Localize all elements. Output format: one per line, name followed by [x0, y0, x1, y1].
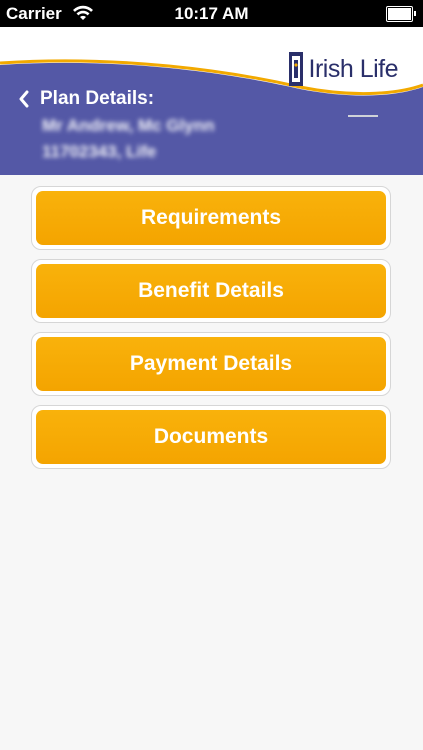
irish-life-logo: Irish Life — [288, 49, 399, 89]
back-button[interactable]: Plan Details: — [18, 87, 154, 111]
payment-details-button-label: Payment Details — [129, 352, 293, 375]
header: Irish Life Plan Details: Mr Andrew, Mc G… — [0, 27, 423, 175]
benefit-details-button-label: Benefit Details — [138, 279, 284, 302]
logo-underline — [348, 115, 378, 117]
battery-icon — [386, 6, 416, 22]
policy-number: 11702343, Life — [42, 142, 157, 161]
requirements-button-label: Requirements — [140, 206, 282, 229]
documents-button-label: Documents — [153, 425, 269, 448]
plan-menu: Requirements Benefit Details Payment Det… — [31, 186, 391, 478]
chevron-left-icon — [19, 90, 29, 108]
logo-text: Irish Life — [308, 54, 399, 83]
status-time: 10:17 AM — [174, 4, 249, 23]
documents-button[interactable]: Documents — [31, 405, 391, 469]
requirements-button[interactable]: Requirements — [31, 186, 391, 250]
logo-emblem-icon — [288, 52, 303, 86]
benefit-details-button[interactable]: Benefit Details — [31, 259, 391, 323]
customer-name: Mr Andrew, Mc Glynn — [42, 116, 215, 135]
status-bar: Carrier 10:17 AM — [0, 0, 423, 27]
page-title: Plan Details: — [40, 88, 155, 109]
payment-details-button[interactable]: Payment Details — [31, 332, 391, 396]
